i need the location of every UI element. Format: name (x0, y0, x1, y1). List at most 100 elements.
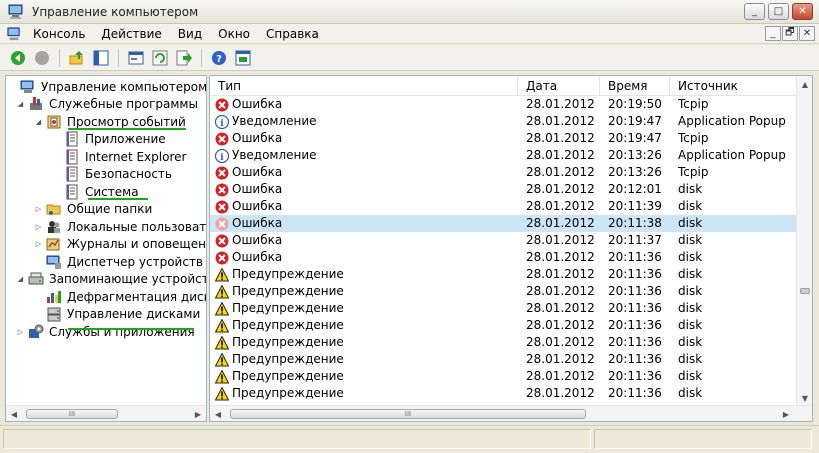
tree-item-label: Безопасность (85, 167, 172, 181)
close-button[interactable]: ✕ (792, 3, 813, 20)
menu-help[interactable]: Справка (258, 24, 327, 44)
cell-source: disk (678, 369, 703, 383)
forward-button[interactable] (32, 48, 52, 68)
maximize-button[interactable]: □ (768, 3, 789, 20)
export-icon (176, 50, 192, 65)
table-row[interactable]: Ошибка 28.01.2012 20:19:50 Tcpip (210, 96, 797, 113)
console-window-icon[interactable] (7, 26, 21, 41)
cell-time: 20:11:36 (608, 386, 662, 400)
list-vertical-thumb[interactable] (800, 288, 810, 294)
expander-icon[interactable]: ▷ (34, 205, 43, 214)
table-row[interactable]: Ошибка 28.01.2012 20:11:39 disk (210, 198, 797, 215)
tree-item[interactable]: Управление компьютером (лс (8, 78, 206, 95)
cell-date: 28.01.2012 (526, 97, 595, 111)
table-row[interactable]: Предупреждение 28.01.2012 20:11:36 disk (210, 385, 797, 402)
properties-button[interactable] (126, 48, 146, 68)
menu-window[interactable]: Окно (210, 24, 258, 44)
cell-time: 20:11:38 (608, 216, 662, 230)
cell-type-label: Уведомление (232, 114, 317, 128)
cell-type-label: Ошибка (232, 131, 283, 145)
cell-type: Ошибка (210, 232, 518, 249)
menu-view[interactable]: Вид (170, 24, 210, 44)
tree-item[interactable]: ▷ Службы и приложения (16, 323, 197, 340)
defrag-icon (47, 290, 61, 303)
list-scroll-thumb[interactable]: III (230, 409, 586, 419)
column-date[interactable]: Дата (518, 76, 600, 96)
table-row[interactable]: Предупреждение 28.01.2012 20:11:36 disk (210, 334, 797, 351)
console-tree[interactable]: Управление компьютером (лс ◢ Служебные про… (5, 75, 207, 422)
scroll-right-icon[interactable]: ▶ (778, 406, 794, 421)
refresh-button[interactable] (150, 48, 170, 68)
expander-icon[interactable]: ▷ (16, 327, 25, 336)
menu-action[interactable]: Действие (93, 24, 169, 44)
tree-item[interactable]: ▷ Журналы и оповещения (34, 236, 206, 253)
tree-item[interactable]: ◢ Служебные программы (16, 96, 200, 113)
table-row[interactable]: Ошибка 28.01.2012 20:19:47 Tcpip (210, 130, 797, 147)
column-type[interactable]: Тип (210, 76, 518, 96)
cell-source: disk (678, 216, 703, 230)
event-list[interactable]: Тип Дата Время Источник Ошибка 28.01.2012… (209, 75, 813, 422)
list-vertical-scrollbar[interactable]: ▲ ▼ (796, 76, 812, 406)
table-row[interactable]: Предупреждение 28.01.2012 20:11:36 disk (210, 283, 797, 300)
table-row[interactable]: i Уведомление 28.01.2012 20:19:47 Applicatio… (210, 113, 797, 130)
list-horizontal-scrollbar[interactable]: ◀ III ▶ (210, 405, 812, 421)
cell-date: 28.01.2012 (526, 216, 595, 230)
tree-item[interactable]: Безопасность (52, 166, 174, 183)
expander-icon[interactable]: ◢ (34, 117, 43, 126)
expander-icon[interactable]: ◢ (16, 100, 25, 109)
tree-item[interactable]: Диспетчер устройств (34, 253, 205, 270)
tree-item[interactable]: ▷ Локальные пользовате (34, 218, 207, 235)
table-row[interactable]: Предупреждение 28.01.2012 20:11:36 disk (210, 368, 797, 385)
cell-type-label: Предупреждение (232, 386, 344, 400)
column-source[interactable]: Источник (670, 76, 797, 96)
table-row[interactable]: Ошибка 28.01.2012 20:12:01 disk (210, 181, 797, 198)
expander-icon[interactable]: ▷ (34, 240, 43, 249)
table-row[interactable]: i Уведомление 28.01.2012 20:13:26 Applicatio… (210, 147, 797, 164)
table-row[interactable]: Ошибка 28.01.2012 20:11:37 disk (210, 232, 797, 249)
tree-item-label: Internet Explorer (85, 149, 187, 164)
console-button[interactable] (233, 48, 253, 68)
table-row[interactable]: Ошибка 28.01.2012 20:11:38 disk (210, 215, 797, 232)
tree-item[interactable]: ◢ Запоминающие устройства (16, 271, 206, 288)
up-button[interactable] (67, 48, 87, 68)
expander-icon[interactable]: ▷ (34, 222, 43, 231)
column-time[interactable]: Время (600, 76, 670, 96)
expander-icon[interactable]: ◢ (16, 275, 25, 284)
tree-scroll-thumb[interactable]: III (26, 409, 118, 419)
tree-item[interactable]: Internet Explorer (52, 148, 188, 165)
table-row[interactable]: Предупреждение 28.01.2012 20:11:36 disk (210, 317, 797, 334)
export-button[interactable] (174, 48, 194, 68)
table-row[interactable]: Предупреждение 28.01.2012 20:11:36 disk (210, 351, 797, 368)
tree-item[interactable]: Дефрагментация диска (34, 288, 206, 305)
help-button[interactable]: ? (209, 48, 229, 68)
tree-item[interactable]: Управление дисками (34, 306, 202, 323)
tree-item-label: Локальные пользовате (67, 219, 207, 234)
table-row[interactable]: Предупреждение 28.01.2012 20:11:36 disk (210, 300, 797, 317)
error-icon (215, 166, 229, 179)
scroll-up-icon[interactable]: ▲ (797, 76, 812, 92)
tree-item[interactable]: ▷ Общие папки (34, 201, 154, 218)
tree-item-label: Общие папки (67, 202, 153, 216)
toolbar-separator (201, 48, 202, 67)
show-tree-button[interactable] (91, 48, 111, 68)
tree-horizontal-scrollbar[interactable]: ◀ III ▶ (6, 405, 206, 421)
table-row[interactable]: Ошибка 28.01.2012 20:13:26 Tcpip (210, 164, 797, 181)
mdi-minimize-button[interactable]: _ (765, 26, 781, 41)
menu-console[interactable]: Консоль (25, 24, 93, 44)
cell-type: Предупреждение (210, 283, 518, 300)
cell-date: 28.01.2012 (526, 284, 595, 298)
tree-item[interactable]: Приложение (52, 131, 168, 148)
mdi-close-button[interactable]: ✕ (799, 26, 815, 41)
back-button[interactable] (8, 48, 28, 68)
scroll-left-icon[interactable]: ◀ (6, 406, 22, 421)
minimize-button[interactable]: _ (744, 3, 765, 20)
tree-item-label: Службы и приложения (49, 324, 195, 339)
scroll-right-icon[interactable]: ▶ (190, 406, 206, 421)
mdi-restore-button[interactable]: 🗗 (782, 26, 798, 41)
table-row[interactable]: Ошибка 28.01.2012 20:11:36 disk (210, 249, 797, 266)
scroll-left-icon[interactable]: ◀ (210, 406, 226, 421)
table-row[interactable]: Предупреждение 28.01.2012 20:11:36 disk (210, 266, 797, 283)
scroll-down-icon[interactable]: ▼ (797, 390, 812, 406)
cell-type: Предупреждение (210, 300, 518, 317)
cell-source: disk (678, 386, 703, 400)
